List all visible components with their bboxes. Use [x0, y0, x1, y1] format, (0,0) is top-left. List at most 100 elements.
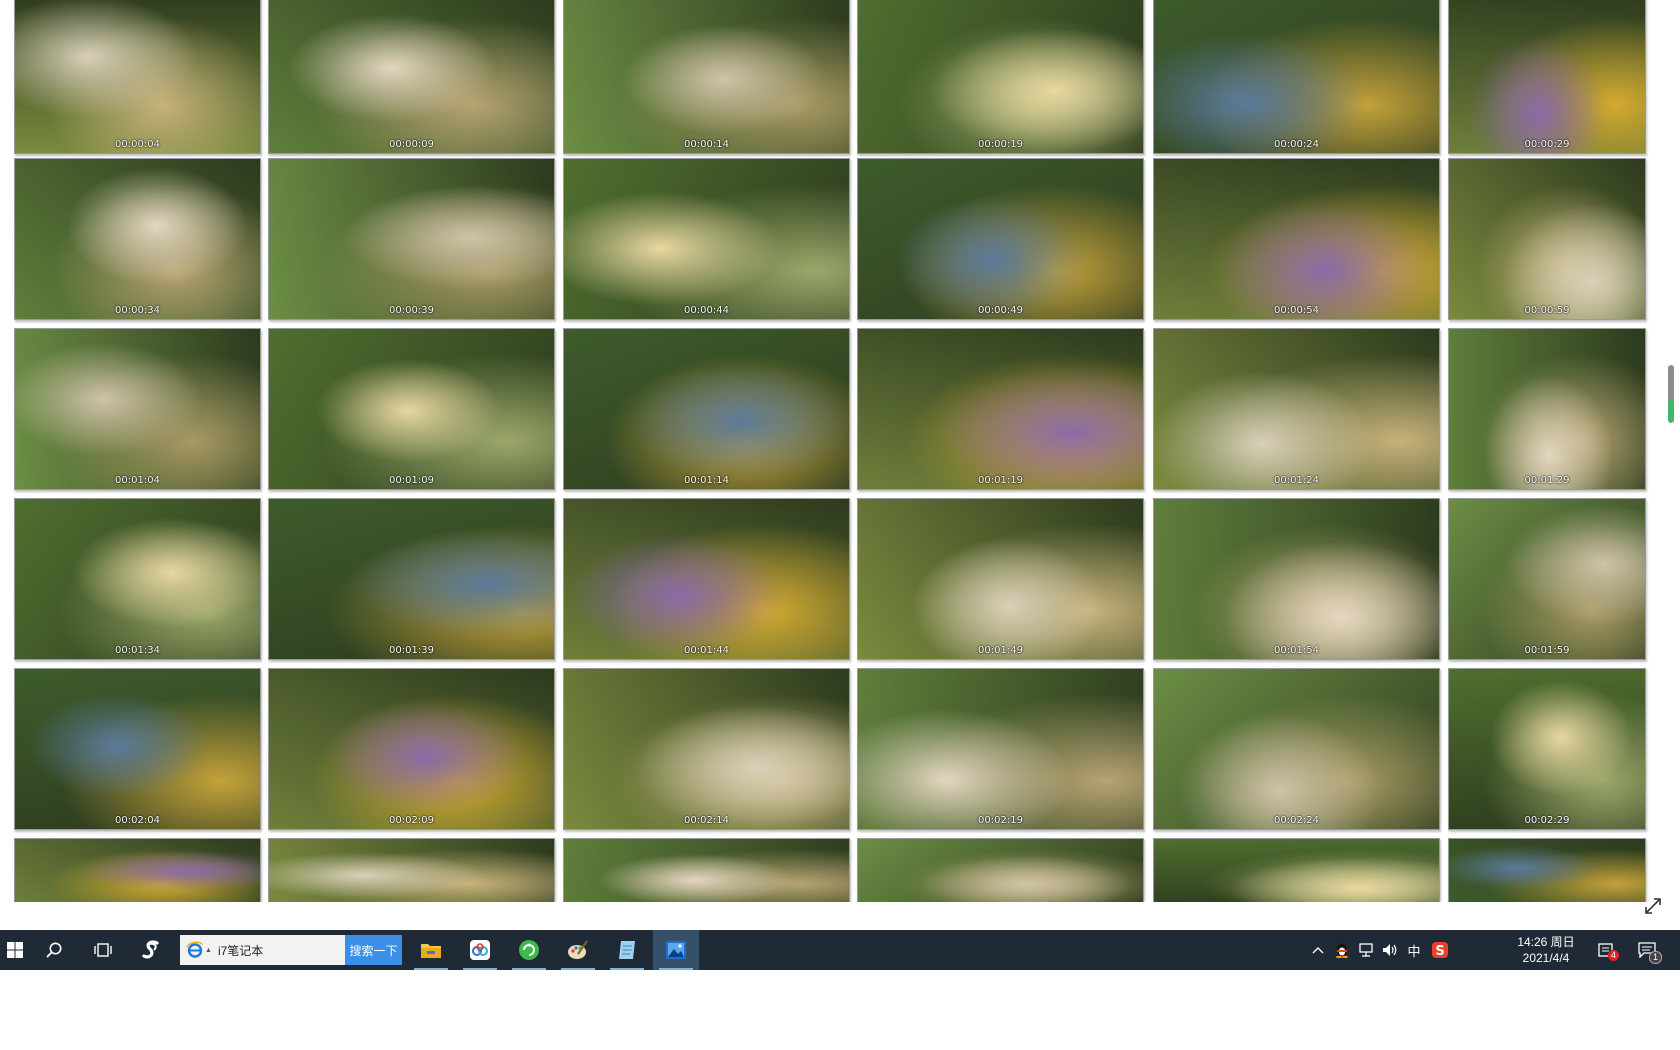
thumbnail-timestamp: 00:00:09: [389, 139, 434, 150]
video-thumbnail[interactable]: 00:01:09: [268, 328, 555, 490]
thumbnail-timestamp: 00:00:59: [1524, 305, 1570, 316]
clock-date: 2021/4/4: [1522, 951, 1570, 965]
scrollbar-accent: [1668, 400, 1674, 422]
system-clock[interactable]: 14:26 周日 2021/4/4: [1510, 934, 1582, 966]
thumbnail-grid: 00:00:04 00:00:09 00:00:14 00:00:19 00:00:24…: [0, 0, 1660, 902]
thumbnail-timestamp: 00:00:44: [684, 305, 729, 316]
thumbnail-timestamp: 00:00:19: [978, 139, 1023, 150]
thumbnail-timestamp: 00:00:24: [1274, 139, 1319, 150]
video-thumbnail[interactable]: 00:00:34: [14, 158, 261, 320]
thumbnail-timestamp: 00:00:04: [115, 139, 160, 150]
sogou-s-icon[interactable]: S: [1428, 930, 1452, 970]
video-thumbnail[interactable]: 00:01:14: [563, 328, 850, 490]
ie-browser-icon: [186, 941, 204, 959]
video-thumbnail[interactable]: 00:01:34: [14, 498, 261, 660]
video-thumbnail[interactable]: 00:02:14: [563, 668, 850, 830]
thumbnail-timestamp: 00:00:54: [1274, 305, 1319, 316]
video-thumbnail[interactable]: 00:00:59: [1448, 158, 1646, 320]
video-thumbnail[interactable]: 00:00:04: [14, 0, 261, 154]
thumbnail-timestamp: 00:01:54: [1274, 645, 1319, 656]
thumbnail-timestamp: 00:01:24: [1274, 475, 1319, 486]
video-thumbnail[interactable]: 00:00:54: [1153, 158, 1440, 320]
chevron-up-icon[interactable]: [1307, 930, 1329, 970]
video-thumbnail[interactable]: 00:00:24: [1153, 0, 1440, 154]
action-center-icon[interactable]: 1: [1630, 930, 1664, 970]
video-thumbnail[interactable]: [14, 838, 261, 902]
green-refresh-app-icon[interactable]: [506, 930, 552, 970]
svg-text:S: S: [1435, 944, 1444, 959]
volume-icon[interactable]: [1379, 930, 1401, 970]
thumbnail-timestamp: 00:00:34: [115, 305, 160, 316]
baidu-netdisk-icon[interactable]: [457, 930, 503, 970]
thumbnail-timestamp: 00:00:14: [684, 139, 729, 150]
thumbnail-timestamp: 00:01:34: [115, 645, 160, 656]
search-input[interactable]: ▲ i7笔记本: [180, 935, 345, 965]
thumbnail-timestamp: 00:01:14: [684, 475, 729, 486]
video-thumbnail[interactable]: 00:01:04: [14, 328, 261, 490]
thumbnail-timestamp: 00:01:49: [978, 645, 1023, 656]
notification-app-icon[interactable]: 4: [1592, 930, 1620, 970]
thumbnail-timestamp: 00:01:29: [1524, 475, 1570, 486]
thumbnail-timestamp: 00:00:39: [389, 305, 434, 316]
video-thumbnail[interactable]: 00:02:19: [857, 668, 1144, 830]
video-thumbnail[interactable]: 00:00:14: [563, 0, 850, 154]
thumbnail-viewer: 00:00:04 00:00:09 00:00:14 00:00:19 00:00:24…: [0, 0, 1680, 930]
vertical-scrollbar[interactable]: [1664, 0, 1678, 902]
input-method-indicator[interactable]: 中: [1402, 930, 1426, 970]
thumbnail-timestamp: 00:00:49: [978, 305, 1023, 316]
video-thumbnail[interactable]: 00:00:09: [268, 0, 555, 154]
video-thumbnail[interactable]: [1448, 838, 1646, 902]
video-thumbnail[interactable]: 00:01:24: [1153, 328, 1440, 490]
video-thumbnail[interactable]: 00:01:54: [1153, 498, 1440, 660]
video-thumbnail[interactable]: 00:01:44: [563, 498, 850, 660]
video-thumbnail[interactable]: 00:00:19: [857, 0, 1144, 154]
thumbnail-timestamp: 00:01:09: [389, 475, 434, 486]
thumbnail-timestamp: 00:00:29: [1524, 139, 1570, 150]
search-icon[interactable]: [31, 930, 77, 970]
thumbnail-timestamp: 00:02:19: [978, 815, 1023, 826]
taskbar: ▲ i7笔记本 搜索一下 中 S 14:26 周日 2021/4/4 4 1: [0, 930, 1680, 970]
expand-diagonal-icon[interactable]: [1640, 893, 1666, 919]
video-thumbnail[interactable]: 00:02:29: [1448, 668, 1646, 830]
video-thumbnail[interactable]: 00:01:59: [1448, 498, 1646, 660]
thumbnail-timestamp: 00:02:04: [115, 815, 160, 826]
clock-time: 14:26 周日: [1517, 935, 1575, 949]
thumbnail-timestamp: 00:02:09: [389, 815, 434, 826]
thumbnail-timestamp: 00:01:19: [978, 475, 1023, 486]
photo-viewer-icon[interactable]: [653, 930, 699, 970]
blank-area: [0, 970, 1680, 1050]
paint-brush-app-icon[interactable]: [555, 930, 601, 970]
thumbnail-timestamp: 00:02:29: [1524, 815, 1570, 826]
video-thumbnail[interactable]: 00:02:04: [14, 668, 261, 830]
video-thumbnail[interactable]: 00:02:24: [1153, 668, 1440, 830]
video-thumbnail[interactable]: 00:01:29: [1448, 328, 1646, 490]
video-thumbnail[interactable]: 00:00:39: [268, 158, 555, 320]
video-thumbnail[interactable]: 00:02:09: [268, 668, 555, 830]
thumbnail-timestamp: 00:01:04: [115, 475, 160, 486]
action-center-badge: 1: [1649, 951, 1662, 964]
video-thumbnail[interactable]: [857, 838, 1144, 902]
video-thumbnail[interactable]: 00:00:29: [1448, 0, 1646, 154]
thumbnail-timestamp: 00:01:44: [684, 645, 729, 656]
network-icon[interactable]: [1355, 930, 1377, 970]
file-explorer-icon[interactable]: [408, 930, 454, 970]
search-input-value: i7笔记本: [217, 943, 264, 958]
thumbnail-timestamp: 00:02:14: [684, 815, 729, 826]
video-thumbnail[interactable]: [1153, 838, 1440, 902]
video-thumbnail[interactable]: 00:01:49: [857, 498, 1144, 660]
video-thumbnail[interactable]: 00:00:44: [563, 158, 850, 320]
qq-penguin-icon[interactable]: [1331, 930, 1353, 970]
app-s-icon[interactable]: [129, 930, 175, 970]
thumbnail-timestamp: 00:01:39: [389, 645, 434, 656]
notes-app-icon[interactable]: [604, 930, 650, 970]
video-thumbnail[interactable]: [563, 838, 850, 902]
video-thumbnail[interactable]: 00:01:19: [857, 328, 1144, 490]
notification-badge: 4: [1608, 950, 1619, 961]
task-view-icon[interactable]: [80, 930, 126, 970]
video-thumbnail[interactable]: 00:01:39: [268, 498, 555, 660]
thumbnail-timestamp: 00:01:59: [1524, 645, 1570, 656]
video-thumbnail[interactable]: 00:00:49: [857, 158, 1144, 320]
search-submit-button[interactable]: 搜索一下: [345, 935, 402, 965]
thumbnail-timestamp: 00:02:24: [1274, 815, 1319, 826]
video-thumbnail[interactable]: [268, 838, 555, 902]
